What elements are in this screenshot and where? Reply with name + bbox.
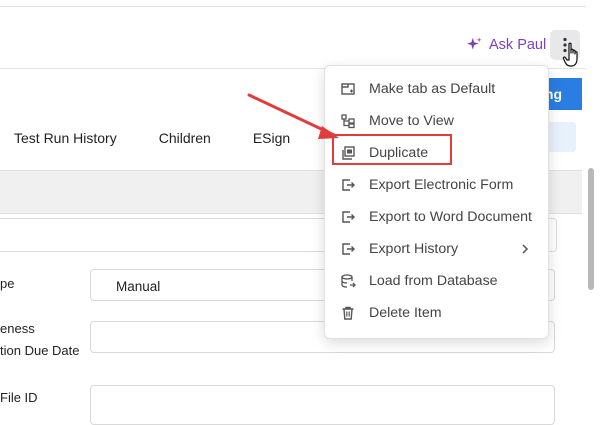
menu-item-load-from-database[interactable]: Load from Database	[325, 265, 548, 297]
menu-item-export-word-document[interactable]: Export to Word Document	[325, 201, 548, 233]
tab-children[interactable]: Children	[159, 130, 211, 146]
menu-item-delete-item[interactable]: Delete Item	[325, 297, 548, 329]
ask-paul-label: Ask Paul	[489, 36, 547, 53]
ask-paul-button[interactable]: Ask Paul	[466, 36, 546, 53]
export-icon	[342, 211, 355, 223]
export-icon	[342, 243, 355, 255]
hand-cursor-icon	[562, 42, 578, 67]
annotation-arrow-icon	[247, 93, 339, 139]
menu-item-label: Export Electronic Form	[369, 177, 514, 193]
menu-item-label: Load from Database	[369, 273, 498, 289]
field-label-type: pe	[0, 276, 15, 291]
menu-item-export-history[interactable]: Export History	[325, 233, 548, 265]
menu-item-export-electronic-form[interactable]: Export Electronic Form	[325, 169, 548, 201]
context-menu: Make tab as Default Move to View Duplica…	[324, 65, 549, 339]
menu-item-label: Move to View	[369, 113, 454, 129]
menu-item-label: Make tab as Default	[369, 81, 496, 97]
chevron-right-icon	[522, 244, 529, 254]
vertical-scrollbar[interactable]	[588, 168, 594, 290]
tab-test-run-history[interactable]: Test Run History	[14, 130, 117, 146]
sparkle-icon	[466, 37, 482, 50]
field-label-effectiveness-line1: eness	[0, 321, 35, 336]
menu-item-label: Export History	[369, 241, 459, 257]
top-divider	[0, 6, 586, 7]
type-select-value: Manual	[116, 279, 161, 294]
field-label-file-id: File ID	[0, 390, 38, 405]
menu-item-move-to-view[interactable]: Move to View	[325, 105, 548, 137]
field-label-effectiveness-line2: tion Due Date	[0, 343, 80, 358]
file-id-field[interactable]	[90, 385, 555, 425]
export-icon	[342, 179, 355, 191]
menu-item-label: Export to Word Document	[369, 209, 532, 225]
menu-item-make-tab-default[interactable]: Make tab as Default	[325, 73, 548, 105]
trash-icon	[342, 306, 354, 320]
menu-item-label: Delete Item	[369, 305, 442, 321]
database-icon	[341, 274, 356, 288]
